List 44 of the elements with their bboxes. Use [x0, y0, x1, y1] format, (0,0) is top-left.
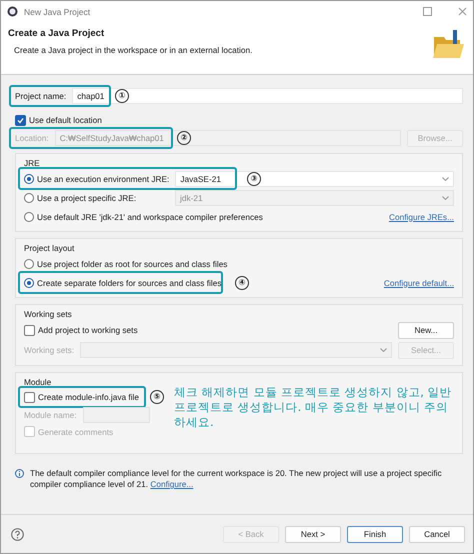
app-logo-icon	[7, 6, 18, 17]
step-number: ①	[115, 89, 129, 103]
field-label: Module name:	[24, 410, 77, 420]
radio-button[interactable]	[24, 258, 34, 268]
radio-button[interactable]	[24, 278, 34, 288]
dropdown-caret-icon	[442, 196, 449, 200]
info-icon	[15, 469, 24, 478]
group-title: JRE	[24, 156, 41, 169]
info-message: The default compiler compliance level for the current workspace is 20. The new project will use a project specific compiler compliance level of 21. Configure...	[30, 468, 443, 490]
radio-button[interactable]	[24, 174, 34, 184]
step-number: ⑤	[150, 390, 164, 404]
group-title: Working sets	[24, 308, 73, 320]
radio-option[interactable]: Create separate folders for sources and class files	[24, 278, 222, 288]
dropdown-caret-icon	[380, 348, 387, 352]
location-path: C:₩SelfStudyJava₩chap01	[60, 133, 165, 143]
step-number: ②	[177, 131, 191, 145]
configure-link[interactable]: Configure...	[150, 479, 194, 489]
checkmark-icon	[17, 116, 24, 124]
configure-link[interactable]: Configure default...	[384, 278, 454, 288]
help-icon[interactable]	[11, 528, 24, 540]
field-label: Location:	[15, 133, 49, 143]
handwritten-note: 체크 해제하면 모듈 프로젝트로 생성하지 않고, 일반 프로젝트로 생성합니다. 매우 중요한 부분이니 주의하세요.	[174, 385, 453, 431]
maximize-icon[interactable]	[423, 7, 432, 16]
step-number: ③	[247, 172, 261, 186]
dialog-button[interactable]: Next >	[285, 526, 341, 542]
dropdown-caret-icon	[442, 176, 449, 180]
page-description: Create a Java project in the workspace or in an external location.	[13, 45, 254, 55]
dialog-button[interactable]: Finish	[347, 526, 403, 542]
radio-option[interactable]: Use default JRE 'jdk-21' and workspace compiler preferences	[24, 212, 263, 222]
radio-option[interactable]: Use an execution environment JRE:	[24, 174, 170, 184]
dialog-button[interactable]: Cancel	[409, 526, 465, 542]
page-title: Create a Java Project	[8, 28, 106, 39]
group-title: Project layout	[24, 242, 76, 254]
checkbox[interactable]	[15, 114, 26, 126]
configure-link[interactable]: Configure JREs...	[388, 212, 454, 222]
group-title: Module	[24, 376, 52, 388]
window-title: New Java Project	[24, 6, 92, 16]
checkbox-option[interactable]: Use default location	[15, 114, 102, 126]
radio-option[interactable]: Use project folder as root for sources and class files	[24, 258, 228, 268]
field-label: Project name:	[15, 91, 66, 101]
radio-button[interactable]	[24, 212, 34, 222]
close-icon[interactable]	[458, 7, 467, 16]
field-label: Working sets:	[24, 345, 74, 355]
step-number: ④	[235, 276, 249, 290]
